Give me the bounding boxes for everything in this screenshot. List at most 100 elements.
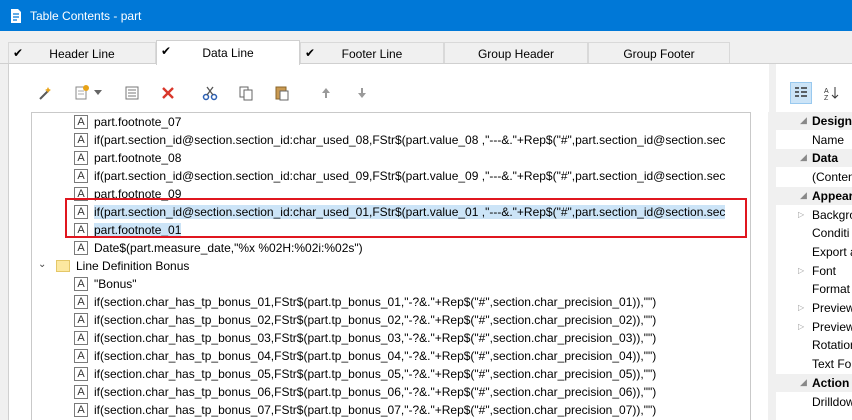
expand-arrow-icon[interactable]: ▷	[798, 322, 804, 331]
toolbar	[9, 64, 769, 112]
property-name: Text For	[812, 357, 852, 372]
expand-arrow-icon[interactable]: ▷	[798, 266, 804, 275]
tab-group-header[interactable]: Group Header	[444, 42, 588, 64]
tree-field-item[interactable]: Aif(section.char_has_tp_bonus_03,FStr$(p…	[32, 329, 750, 347]
text-field-icon: A	[74, 403, 88, 417]
title-bar: Table Contents - part	[0, 0, 852, 31]
sort-alphabetical-icon[interactable]: AZ	[820, 82, 842, 104]
property-name: Export a	[812, 244, 852, 259]
property-category[interactable]: ◢ Appear	[776, 186, 852, 205]
tab-label: Header Line	[49, 46, 115, 61]
property-name: Name	[812, 132, 845, 147]
tab-label: Data Line	[202, 46, 254, 60]
properties-icon[interactable]	[121, 82, 143, 104]
collapse-chevron-icon[interactable]: ⌄	[38, 259, 48, 270]
property-row[interactable]: ▷ Font	[776, 262, 852, 280]
property-row[interactable]: Name	[776, 131, 852, 149]
property-name: Font	[812, 263, 837, 278]
tab-data-line[interactable]: ✔ Data Line	[156, 40, 300, 65]
property-row[interactable]: ▷ Preview	[776, 318, 852, 336]
collapse-caret-icon[interactable]: ◢	[800, 152, 807, 163]
cut-icon[interactable]	[199, 82, 221, 104]
properties-panel: AZ ◢ Design Name ◢ Data (Conten ◢ Appear ▷ Backgr…	[776, 64, 852, 420]
vertical-scrollbar[interactable]	[750, 113, 751, 420]
tree-field-item[interactable]: A Date$(part.measure_date,"%x %02H:%02i:%…	[32, 239, 750, 257]
delete-icon[interactable]	[157, 82, 179, 104]
tree-item-label: Date$(part.measure_date,"%x %02H:%02i:%0…	[94, 241, 363, 255]
property-row[interactable]: Conditi	[776, 224, 852, 242]
tab-label: Footer Line	[341, 46, 403, 61]
collapse-caret-icon[interactable]: ◢	[800, 190, 807, 201]
tree-field-item[interactable]: Aif(section.char_has_tp_bonus_02,FStr$(p…	[32, 311, 750, 329]
app-icon	[11, 8, 21, 23]
property-category[interactable]: ◢ Data	[776, 149, 852, 168]
tree-item-label: if(section.char_has_tp_bonus_05,FStr$(pa…	[94, 367, 657, 381]
tab-strip: ✔ Header Line ✔ Data Line ✔ Footer Line …	[0, 31, 852, 65]
property-name: Conditi	[812, 226, 850, 241]
property-name: (Conten	[812, 170, 852, 185]
property-name: Rotation	[812, 338, 852, 353]
copy-icon[interactable]	[235, 82, 257, 104]
tree-field-item[interactable]: Aif(section.char_has_tp_bonus_04,FStr$(p…	[32, 347, 750, 365]
contents-tree[interactable]: Aif(section.char_has_tp_bonus_07,FStr$(p…	[31, 112, 751, 420]
move-up-icon[interactable]	[315, 82, 337, 104]
text-field-icon: A	[74, 367, 88, 381]
tree-item-label: if(part.section_id@section.section_id:ch…	[94, 169, 726, 183]
property-category[interactable]: ◢ Design	[776, 112, 852, 130]
tab-group-footer[interactable]: Group Footer	[588, 42, 730, 64]
tree-field-item[interactable]: A "Bonus"	[32, 275, 750, 293]
property-category[interactable]: ◢ Action	[776, 373, 852, 392]
property-name: Format	[812, 282, 851, 297]
property-category-label: Appear	[812, 188, 852, 203]
tree-item-label: if(section.char_has_tp_bonus_01,FStr$(pa…	[94, 295, 657, 309]
property-row[interactable]: ▷ Backgro	[776, 206, 852, 224]
tree-field-item[interactable]: Apart.footnote_08	[32, 149, 750, 167]
tab-label: Group Footer	[623, 46, 695, 61]
tree-group-item[interactable]: ⌄ Line Definition Bonus	[32, 257, 750, 275]
tab-footer-line[interactable]: ✔ Footer Line	[300, 42, 444, 64]
categorized-view-icon[interactable]	[790, 82, 812, 104]
tree-item-label: "Bonus"	[94, 277, 137, 291]
window-title: Table Contents - part	[30, 8, 142, 23]
expand-arrow-icon[interactable]: ▷	[798, 210, 804, 219]
paste-icon[interactable]	[271, 82, 293, 104]
tree-item-label: part.footnote_08	[94, 151, 182, 165]
expand-arrow-icon[interactable]: ▷	[798, 303, 804, 312]
collapse-caret-icon[interactable]: ◢	[800, 115, 807, 126]
text-field-icon: A	[74, 115, 88, 129]
property-category-label: Design	[812, 114, 852, 128]
property-row[interactable]: Rotation	[776, 336, 852, 354]
property-row[interactable]: Text For	[776, 355, 852, 373]
tree-field-item[interactable]: Aif(section.char_has_tp_bonus_06,FStr$(p…	[32, 383, 750, 401]
tree-item-label: if(section.char_has_tp_bonus_06,FStr$(pa…	[94, 385, 657, 399]
tree-item-label: if(section.char_has_tp_bonus_02,FStr$(pa…	[94, 313, 657, 327]
collapse-caret-icon[interactable]: ◢	[800, 377, 807, 388]
data-line-panel: Aif(section.char_has_tp_bonus_07,FStr$(p…	[8, 64, 769, 420]
insert-icon[interactable]	[71, 82, 93, 104]
folder-icon	[56, 260, 70, 272]
tree-field-item[interactable]: Aif(part.section_id@section.section_id:c…	[32, 131, 750, 149]
property-row[interactable]: (Conten	[776, 168, 852, 186]
property-row[interactable]: ▷ Preview	[776, 299, 852, 317]
tree-field-item[interactable]: Aif(section.char_has_tp_bonus_07,FStr$(p…	[32, 401, 750, 419]
tree-item-label: part.footnote_07	[94, 115, 182, 129]
move-down-icon[interactable]	[351, 82, 373, 104]
wizard-icon[interactable]	[35, 82, 57, 104]
tree-field-item[interactable]: Aif(part.section_id@section.section_id:c…	[32, 167, 750, 185]
tree-item-label: if(part.section_id@section.section_id:ch…	[94, 133, 726, 147]
tree-field-item[interactable]: Aif(section.char_has_tp_bonus_01,FStr$(p…	[32, 293, 750, 311]
tree-item-label: if(section.char_has_tp_bonus_03,FStr$(pa…	[94, 331, 657, 345]
property-category-label: Data	[812, 151, 839, 166]
property-row[interactable]: Format	[776, 280, 852, 298]
dropdown-icon[interactable]	[91, 82, 105, 104]
tree-item-label: if(section.char_has_tp_bonus_07,FStr$(pa…	[94, 403, 657, 417]
tree-field-item[interactable]: Apart.footnote_07	[32, 113, 750, 131]
tab-label: Group Header	[477, 46, 555, 61]
property-row[interactable]: Export a	[776, 243, 852, 261]
tab-header-line[interactable]: ✔ Header Line	[8, 42, 156, 64]
text-field-icon: A	[74, 313, 88, 327]
tree-item-label: Line Definition Bonus	[76, 259, 190, 273]
text-field-icon: A	[74, 169, 88, 183]
property-row[interactable]: Drilldow	[776, 393, 852, 411]
tree-field-item[interactable]: Aif(section.char_has_tp_bonus_05,FStr$(p…	[32, 365, 750, 383]
